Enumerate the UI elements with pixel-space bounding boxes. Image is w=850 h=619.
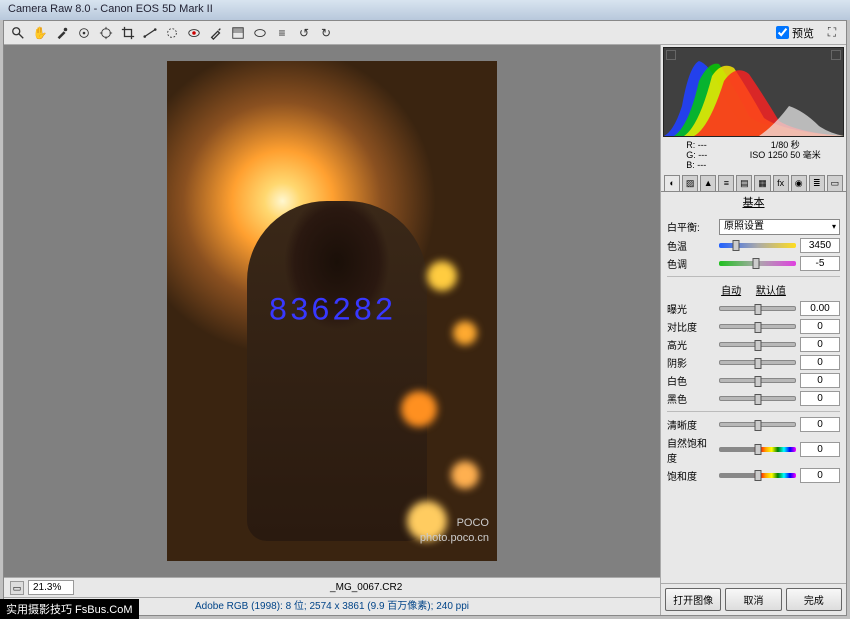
tint-value[interactable]: -5 xyxy=(800,256,840,271)
fullscreen-icon[interactable]: ⛶ xyxy=(822,23,842,43)
zoom-tool-icon[interactable] xyxy=(8,23,28,43)
exposure-value[interactable]: 0.00 xyxy=(800,301,840,316)
panel-tabs: ◐ ▨ ▲ ≡ ▤ ▦ fx ◉ ≣ ▭ xyxy=(661,175,846,192)
saturation-value[interactable]: 0 xyxy=(800,468,840,483)
tab-split[interactable]: ▤ xyxy=(736,175,752,191)
filename-label: _MG_0067.CR2 xyxy=(78,582,654,593)
cancel-button[interactable]: 取消 xyxy=(725,588,781,611)
shadows-value[interactable]: 0 xyxy=(800,355,840,370)
highlights-value[interactable]: 0 xyxy=(800,337,840,352)
tab-presets[interactable]: ≣ xyxy=(809,175,825,191)
vibrance-label: 自然饱和度 xyxy=(667,435,715,465)
page-watermark: 实用摄影技巧 FsBus.CoM xyxy=(0,599,139,619)
photo-preview: 836282 POCOphoto.poco.cn xyxy=(167,61,497,561)
preview-label: 预览 xyxy=(792,25,814,41)
clarity-value[interactable]: 0 xyxy=(800,417,840,432)
vibrance-value[interactable]: 0 xyxy=(800,442,840,457)
zoom-select[interactable]: 21.3% xyxy=(28,580,74,595)
shadows-label: 阴影 xyxy=(667,355,715,370)
blacks-slider[interactable] xyxy=(719,396,796,401)
tint-slider[interactable] xyxy=(719,261,796,266)
targeted-adjust-icon[interactable] xyxy=(96,23,116,43)
adjustment-brush-icon[interactable] xyxy=(206,23,226,43)
saturation-slider[interactable] xyxy=(719,473,796,478)
center-watermark: 836282 xyxy=(268,293,395,330)
tab-basic[interactable]: ◐ xyxy=(664,175,680,191)
rotate-ccw-icon[interactable]: ↺ xyxy=(294,23,314,43)
crop-tool-icon[interactable] xyxy=(118,23,138,43)
camera-raw-dialog: ✋ ≡ ↺ ↻ 预览 ⛶ 836282 POCOphoto.poco.cn xyxy=(3,20,847,616)
preferences-icon[interactable]: ≡ xyxy=(272,23,292,43)
rgb-readout: R: --- G: --- B: --- 1/80 秒 ISO 1250 50 … xyxy=(661,139,846,173)
temp-value[interactable]: 3450 xyxy=(800,238,840,253)
preview-checkbox-input[interactable] xyxy=(776,26,789,39)
tab-snapshots[interactable]: ▭ xyxy=(827,175,843,191)
tab-fx[interactable]: fx xyxy=(773,175,789,191)
hand-tool-icon[interactable]: ✋ xyxy=(30,23,50,43)
clarity-label: 清晰度 xyxy=(667,417,715,432)
tint-label: 色调 xyxy=(667,256,715,271)
saturation-label: 饱和度 xyxy=(667,468,715,483)
highlights-label: 高光 xyxy=(667,337,715,352)
panel-title: 基本 xyxy=(661,192,846,212)
rotate-cw-icon[interactable]: ↻ xyxy=(316,23,336,43)
wb-label: 白平衡: xyxy=(667,219,715,234)
whites-label: 白色 xyxy=(667,373,715,388)
straighten-tool-icon[interactable] xyxy=(140,23,160,43)
exposure-label: 曝光 xyxy=(667,301,715,316)
image-canvas[interactable]: 836282 POCOphoto.poco.cn xyxy=(4,45,660,577)
graduated-filter-icon[interactable] xyxy=(228,23,248,43)
highlights-slider[interactable] xyxy=(719,342,796,347)
default-link[interactable]: 默认值 xyxy=(756,286,786,297)
auto-link[interactable]: 自动 xyxy=(721,286,741,297)
wb-dropdown[interactable]: 原照设置 xyxy=(719,219,840,235)
tab-calibration[interactable]: ◉ xyxy=(791,175,807,191)
tab-detail[interactable]: ▲ xyxy=(700,175,716,191)
contrast-value[interactable]: 0 xyxy=(800,319,840,334)
radial-filter-icon[interactable] xyxy=(250,23,270,43)
preview-checkbox[interactable]: 预览 xyxy=(776,25,814,41)
tab-curve[interactable]: ▨ xyxy=(682,175,698,191)
blacks-label: 黑色 xyxy=(667,391,715,406)
contrast-slider[interactable] xyxy=(719,324,796,329)
histogram[interactable] xyxy=(663,47,844,137)
spot-removal-icon[interactable] xyxy=(162,23,182,43)
exposure-slider[interactable] xyxy=(719,306,796,311)
red-eye-icon[interactable] xyxy=(184,23,204,43)
temp-label: 色温 xyxy=(667,238,715,253)
tab-hsl[interactable]: ≡ xyxy=(718,175,734,191)
whites-slider[interactable] xyxy=(719,378,796,383)
whites-value[interactable]: 0 xyxy=(800,373,840,388)
done-button[interactable]: 完成 xyxy=(786,588,842,611)
toolbar: ✋ ≡ ↺ ↻ 预览 ⛶ xyxy=(4,21,846,45)
clarity-slider[interactable] xyxy=(719,422,796,427)
tab-lens[interactable]: ▦ xyxy=(754,175,770,191)
contrast-label: 对比度 xyxy=(667,319,715,334)
zoom-out-icon[interactable]: ▭ xyxy=(10,581,24,595)
color-sampler-icon[interactable] xyxy=(74,23,94,43)
vibrance-slider[interactable] xyxy=(719,447,796,452)
window-titlebar: Camera Raw 8.0 - Canon EOS 5D Mark II xyxy=(0,0,850,20)
eyedropper-white-balance-icon[interactable] xyxy=(52,23,72,43)
temp-slider[interactable] xyxy=(719,243,796,248)
photo-site-watermark: POCOphoto.poco.cn xyxy=(420,516,489,545)
blacks-value[interactable]: 0 xyxy=(800,391,840,406)
open-image-button[interactable]: 打开图像 xyxy=(665,588,721,611)
shadows-slider[interactable] xyxy=(719,360,796,365)
